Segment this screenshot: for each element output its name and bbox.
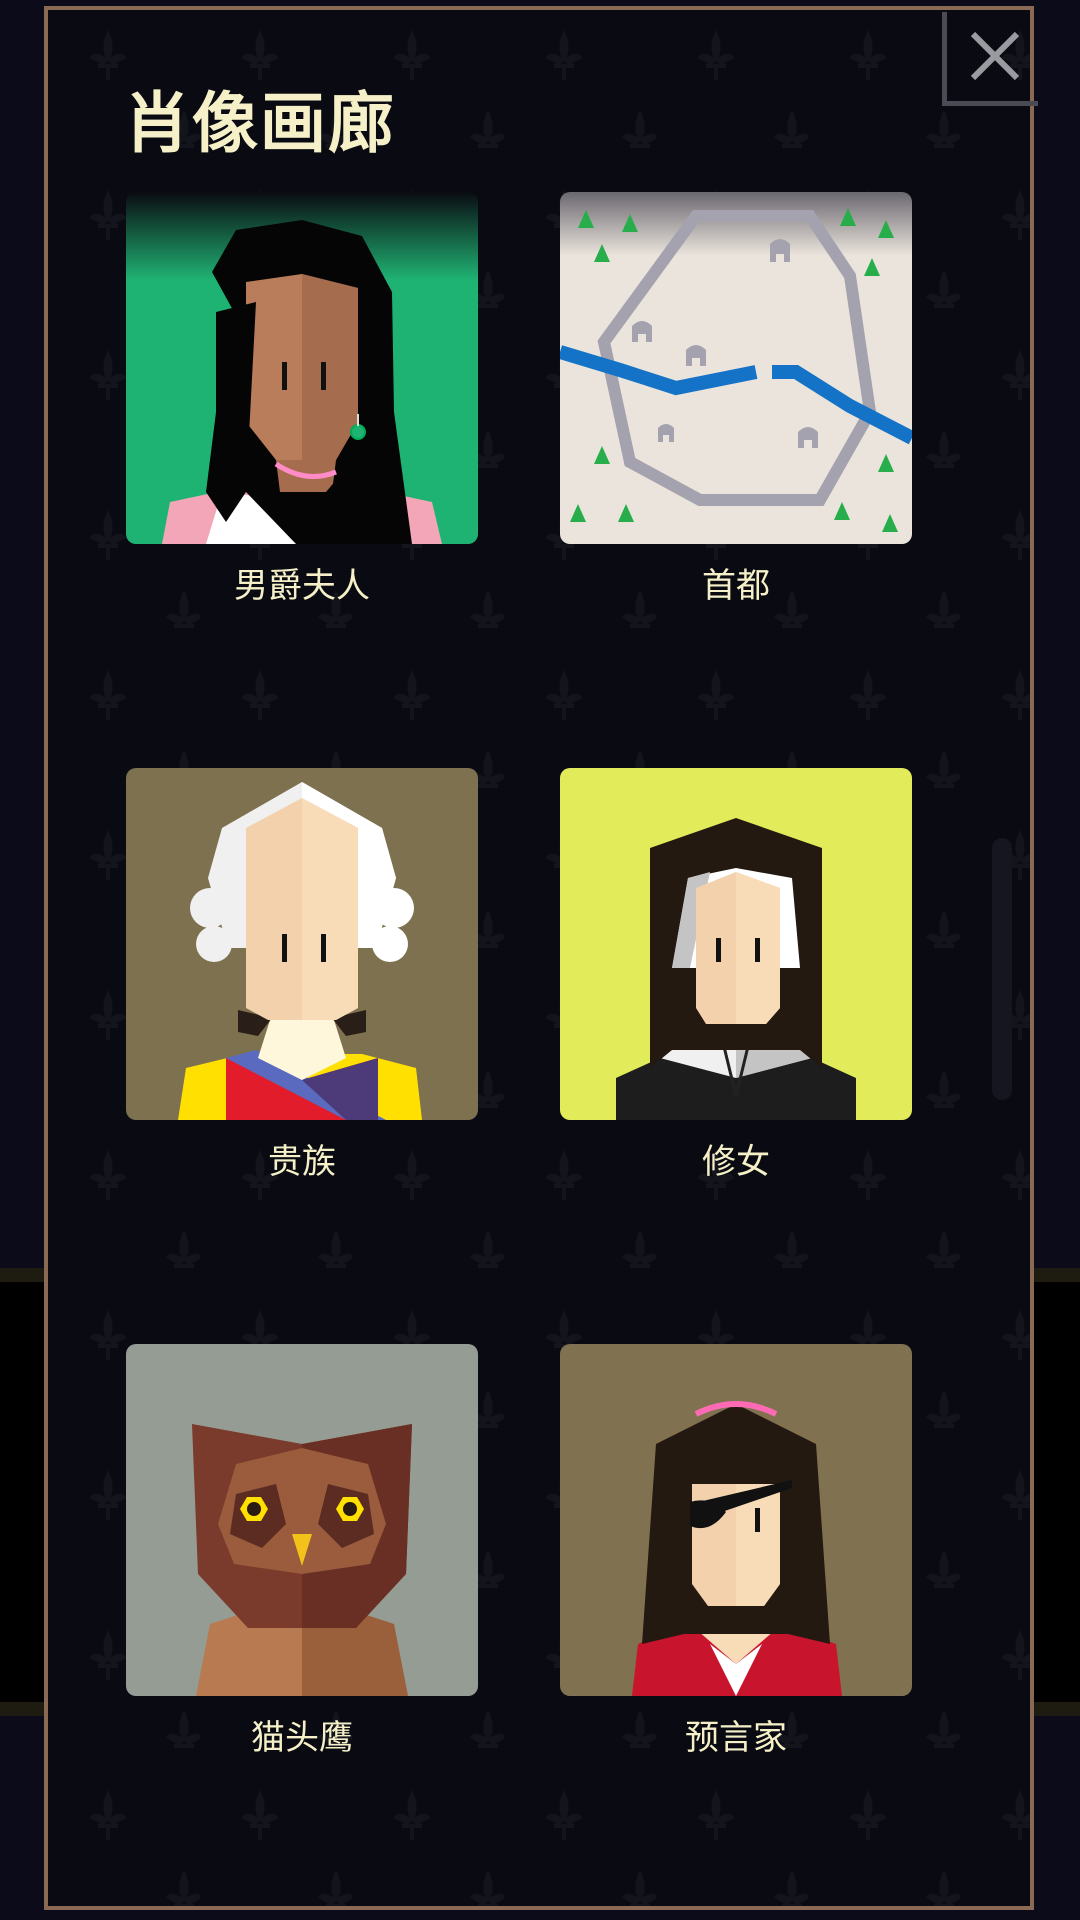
portrait-card-baroness[interactable] bbox=[126, 192, 478, 544]
seer-portrait-icon bbox=[560, 1344, 912, 1696]
portrait-label: 贵族 bbox=[268, 1142, 336, 1182]
page-title: 肖像画廊 bbox=[124, 85, 396, 162]
portrait-card-noble[interactable] bbox=[126, 768, 478, 1120]
nun-portrait-icon bbox=[560, 768, 912, 1120]
portrait-label: 首都 bbox=[702, 566, 770, 606]
scrollbar[interactable] bbox=[992, 838, 1012, 1100]
portrait-card-owl[interactable] bbox=[126, 1344, 478, 1696]
portrait-card-capital[interactable] bbox=[560, 192, 912, 544]
baroness-portrait-icon bbox=[126, 192, 478, 544]
portrait-card-seer[interactable] bbox=[560, 1344, 912, 1696]
close-button[interactable] bbox=[942, 12, 1038, 106]
portrait-card-nun[interactable] bbox=[560, 768, 912, 1120]
capital-map-icon bbox=[560, 192, 912, 544]
noble-portrait-icon bbox=[126, 768, 478, 1120]
portrait-label: 男爵夫人 bbox=[234, 566, 370, 606]
portrait-label: 预言家 bbox=[685, 1718, 787, 1758]
owl-portrait-icon bbox=[126, 1344, 478, 1696]
portrait-label: 猫头鹰 bbox=[251, 1718, 353, 1758]
portrait-label: 修女 bbox=[702, 1142, 770, 1182]
close-icon bbox=[970, 31, 1020, 81]
